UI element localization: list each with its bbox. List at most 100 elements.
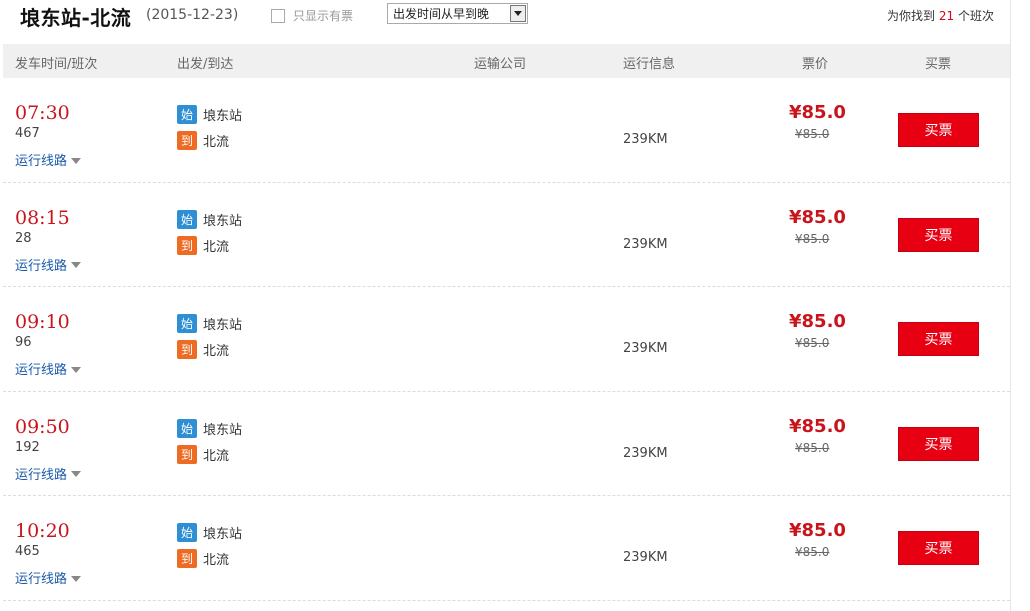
table-row: 10:20 465 运行线路 始 埌东站 到 北流 239KM ¥85.0 ¥8… (3, 496, 1010, 601)
chevron-down-icon[interactable] (510, 5, 526, 22)
arrival-stop: 到 北流 (177, 444, 230, 464)
end-tag: 到 (177, 131, 197, 150)
trip-number: 465 (15, 544, 40, 560)
column-header-buy: 买票 (925, 57, 952, 72)
original-price: ¥85.0 (795, 231, 830, 246)
travel-date: (2015-12-23) (146, 7, 239, 23)
end-tag: 到 (177, 549, 197, 569)
table-header: 发车时间/班次 出发/到达 运输公司 运行信息 票价 买票 (3, 44, 1010, 78)
route-details-link[interactable]: 运行线路 (15, 255, 82, 274)
only-available-filter[interactable]: 只显示有票 (271, 7, 353, 24)
departure-time: 08:15 (15, 206, 70, 229)
trip-number: 192 (15, 439, 40, 455)
arrival-station: 北流 (203, 448, 230, 464)
departure-time: 10:20 (15, 520, 70, 543)
route-details-link[interactable]: 运行线路 (15, 568, 82, 588)
ticket-price: ¥85.0 (789, 520, 846, 542)
departure-stop: 始 埌东站 (177, 418, 243, 438)
start-tag: 始 (177, 314, 197, 334)
departure-stop: 始 埌东站 (177, 314, 243, 334)
buy-ticket-button[interactable]: 买票 (898, 426, 979, 461)
table-row: 07:30 467 运行线路 始 埌东站 到 北流 239KM ¥85.0 ¥8… (3, 78, 1010, 183)
arrival-stop: 到 北流 (177, 549, 230, 569)
route-details-label: 运行线路 (15, 154, 68, 169)
trip-distance: 239KM (623, 236, 668, 252)
table-row: 09:50 192 运行线路 始 埌东站 到 北流 239KM ¥85.0 ¥8… (3, 392, 1010, 497)
route-details-link[interactable]: 运行线路 (15, 150, 82, 169)
buy-ticket-button[interactable]: 买票 (898, 113, 979, 147)
trip-number: 28 (15, 230, 32, 246)
ticket-price: ¥85.0 (789, 311, 846, 333)
departure-stop: 始 埌东站 (177, 523, 243, 543)
original-price: ¥85.0 (795, 127, 830, 141)
trip-distance: 239KM (623, 445, 668, 461)
column-header-price: 票价 (802, 57, 829, 72)
departure-time: 09:10 (15, 311, 70, 334)
departure-stop: 始 埌东站 (177, 105, 242, 124)
trip-number: 467 (15, 126, 40, 141)
trip-list: 07:30 467 运行线路 始 埌东站 到 北流 239KM ¥85.0 ¥8… (3, 78, 1010, 601)
arrival-station: 北流 (203, 553, 230, 569)
route-details-label: 运行线路 (15, 363, 68, 379)
original-price: ¥85.0 (795, 440, 830, 455)
column-header-company: 运输公司 (474, 57, 527, 72)
arrival-stop: 到 北流 (177, 235, 229, 255)
ticket-price: ¥85.0 (789, 415, 846, 437)
end-tag: 到 (177, 444, 197, 464)
start-tag: 始 (177, 418, 197, 438)
only-available-label: 只显示有票 (293, 9, 354, 23)
table-row: 09:10 96 运行线路 始 埌东站 到 北流 239KM ¥85.0 ¥85… (3, 287, 1010, 392)
departure-station: 埌东站 (203, 109, 243, 124)
result-count-number: 21 (938, 9, 955, 23)
start-tag: 始 (177, 523, 197, 543)
sort-order-value: 出发时间从早到晚 (393, 7, 490, 21)
caret-down-icon (71, 262, 82, 269)
route-details-link[interactable]: 运行线路 (15, 359, 82, 379)
departure-station: 埌东站 (203, 527, 243, 543)
sort-order-select[interactable]: 出发时间从早到晚 (387, 3, 528, 24)
caret-down-icon (71, 471, 82, 478)
departure-station: 埌东站 (203, 213, 243, 229)
ticket-price: ¥85.0 (789, 102, 846, 123)
route-details-link[interactable]: 运行线路 (15, 464, 82, 483)
result-count-suffix: 个班次 (957, 9, 994, 23)
arrival-stop: 到 北流 (177, 131, 229, 150)
buy-ticket-button[interactable]: 买票 (898, 531, 979, 566)
buy-ticket-button[interactable]: 买票 (898, 322, 979, 357)
caret-down-icon (71, 575, 82, 582)
end-tag: 到 (177, 340, 197, 360)
original-price: ¥85.0 (795, 336, 830, 351)
departure-stop: 始 埌东站 (177, 209, 243, 229)
route-details-label: 运行线路 (15, 572, 68, 588)
table-row: 08:15 28 运行线路 始 埌东站 到 北流 239KM ¥85.0 ¥85… (3, 183, 1010, 288)
buy-ticket-button[interactable]: 买票 (898, 217, 979, 252)
search-summary-bar: 埌东站-北流 (2015-12-23) 只显示有票 出发时间从早到晚 为你找到 … (0, 0, 1030, 44)
trip-distance: 239KM (623, 550, 668, 566)
column-header-info: 运行信息 (623, 57, 676, 72)
result-count-prefix: 为你找到 (887, 9, 936, 23)
end-tag: 到 (177, 235, 197, 255)
trip-distance: 239KM (623, 132, 668, 147)
column-header-time: 发车时间/班次 (15, 57, 98, 72)
route-title: 埌东站-北流 (20, 6, 132, 30)
ticket-price: ¥85.0 (789, 206, 846, 228)
caret-down-icon (71, 157, 82, 164)
only-available-checkbox[interactable] (271, 8, 285, 23)
departure-time: 09:50 (15, 415, 70, 438)
trip-distance: 239KM (623, 341, 668, 357)
departure-station: 埌东站 (203, 422, 243, 438)
route-details-label: 运行线路 (15, 467, 68, 483)
route-details-label: 运行线路 (15, 258, 68, 274)
start-tag: 始 (177, 209, 197, 229)
departure-station: 埌东站 (203, 318, 243, 334)
column-header-station: 出发/到达 (177, 57, 234, 72)
page-edge (1010, 0, 1030, 611)
arrival-station: 北流 (203, 344, 230, 360)
arrival-station: 北流 (203, 135, 230, 150)
result-count: 为你找到 21 个班次 (887, 7, 994, 24)
start-tag: 始 (177, 105, 197, 124)
arrival-stop: 到 北流 (177, 340, 230, 360)
departure-time: 07:30 (15, 102, 70, 124)
trip-number: 96 (15, 335, 32, 351)
caret-down-icon (71, 366, 82, 373)
